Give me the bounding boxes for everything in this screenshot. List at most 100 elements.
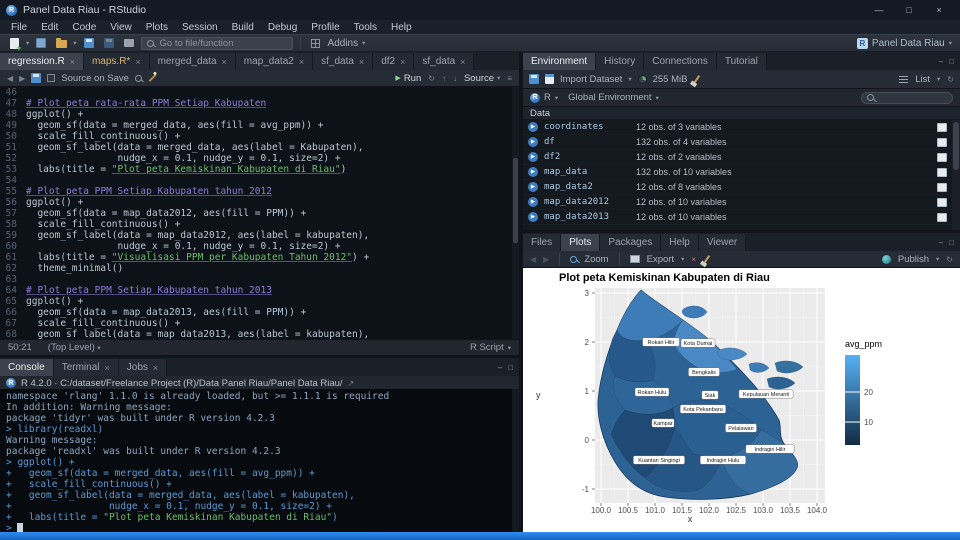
menu-code[interactable]: Code [65,22,103,33]
project-menu[interactable]: R Panel Data Riau ▾ [856,37,954,49]
addins-caret-icon[interactable]: ▾ [362,39,365,47]
menu-help[interactable]: Help [384,22,419,33]
memory-usage-label[interactable]: 255 MiB [653,74,688,85]
tab-maps-r-[interactable]: maps.R* × [83,53,150,70]
close-tab-icon[interactable]: × [135,57,140,67]
close-tab-icon[interactable]: × [222,57,227,67]
addins-button[interactable] [308,36,324,50]
menu-tools[interactable]: Tools [347,22,384,33]
menu-file[interactable]: File [4,22,34,33]
goto-file-input[interactable] [157,36,278,50]
view-table-icon[interactable] [937,182,947,192]
close-tab-icon[interactable]: × [105,363,110,373]
source-up-icon[interactable]: ↑ [442,74,446,83]
tab-environment[interactable]: Environment [523,53,597,70]
env-row-map_data2012[interactable]: ▶ map_data2012 12 obs. of 10 variables [523,195,952,210]
close-tab-icon[interactable]: × [153,363,158,373]
env-row-map_data2013[interactable]: ▶ map_data2013 12 obs. of 10 variables [523,210,952,225]
tab-map_data2[interactable]: map_data2 × [235,53,314,70]
menu-plots[interactable]: Plots [139,22,175,33]
editor-scrollbar-thumb[interactable] [513,157,518,244]
file-type-indicator[interactable]: R Script ▾ [470,342,511,353]
tab-sf_data[interactable]: sf_data × [313,53,374,70]
tab-terminal[interactable]: Terminal × [53,359,119,376]
menu-edit[interactable]: Edit [34,22,65,33]
close-tab-icon[interactable]: × [400,57,405,67]
tab-plots[interactable]: Plots [561,234,601,251]
env-row-map_data2[interactable]: ▶ map_data2 12 obs. of 8 variables [523,180,952,195]
import-dataset-button[interactable]: Import Dataset [560,74,622,85]
tab-tutorial[interactable]: Tutorial [716,53,767,70]
tab-viewer[interactable]: Viewer [698,234,747,251]
rerun-icon[interactable]: ↻ [428,74,435,83]
expand-object-icon[interactable]: ▶ [528,212,538,222]
close-tab-icon[interactable]: × [299,57,304,67]
print-button[interactable] [121,36,137,50]
open-in-new-icon[interactable]: ↗ [348,379,355,388]
maximize-button[interactable]: □ [894,0,924,20]
goto-file-box[interactable] [140,36,293,50]
environment-scrollbar[interactable] [952,120,960,230]
code-tools-icon[interactable] [148,74,157,82]
menu-debug[interactable]: Debug [261,22,304,33]
addins-label[interactable]: Addins [328,38,359,49]
memory-gauge-icon[interactable] [637,74,647,84]
clear-plots-icon[interactable] [703,255,711,263]
refresh-icon[interactable]: ↻ [947,75,954,84]
r-version-icon[interactable]: R [6,378,16,388]
publish-button[interactable]: Publish [898,254,929,265]
list-caret-icon[interactable]: ▾ [937,75,940,83]
maximize-pane-icon[interactable]: □ [508,363,513,372]
new-project-button[interactable] [33,36,49,50]
minimize-pane-icon[interactable]: – [939,238,943,247]
editor-save-icon[interactable] [31,73,42,83]
menu-session[interactable]: Session [175,22,225,33]
editor-scrollbar[interactable] [512,87,519,339]
environment-search-box[interactable] [861,91,953,104]
save-workspace-icon[interactable] [529,74,539,84]
tab-df2[interactable]: df2 × [373,53,415,70]
tab-history[interactable]: History [596,53,645,70]
view-table-icon[interactable] [937,152,947,162]
view-table-icon[interactable] [937,197,947,207]
expand-object-icon[interactable]: ▶ [528,167,538,177]
expand-object-icon[interactable]: ▶ [528,122,538,132]
console-output[interactable]: namespace 'rlang' 1.1.0 is already loade… [0,389,512,532]
env-row-df2[interactable]: ▶ df2 12 obs. of 2 variables [523,150,952,165]
expand-object-icon[interactable]: ▶ [528,152,538,162]
console-scrollbar[interactable] [512,389,519,532]
view-table-icon[interactable] [937,212,947,222]
close-button[interactable]: × [924,0,954,20]
view-table-icon[interactable] [937,167,947,177]
tab-jobs[interactable]: Jobs × [118,359,168,376]
maximize-pane-icon[interactable]: □ [949,57,954,66]
previous-plot-icon[interactable]: ◀ [530,255,536,264]
windows-taskbar-strip[interactable] [0,532,960,540]
tab-merged_data[interactable]: merged_data × [149,53,236,70]
minimize-pane-icon[interactable]: – [498,363,502,372]
view-table-icon[interactable] [937,137,947,147]
close-tab-icon[interactable]: × [460,57,465,67]
clear-objects-icon[interactable] [694,75,701,83]
forward-icon[interactable]: ▶ [19,74,25,83]
find-replace-icon[interactable] [134,74,142,82]
list-view-button[interactable]: List [915,74,930,85]
remove-plot-icon[interactable]: × [691,255,696,264]
publish-caret-icon[interactable]: ▾ [936,255,939,263]
source-button[interactable]: Source ▾ [464,73,500,84]
new-file-button[interactable] [6,36,22,53]
menu-profile[interactable]: Profile [304,22,346,33]
env-row-map_data[interactable]: ▶ map_data 132 obs. of 10 variables [523,165,952,180]
maximize-pane-icon[interactable]: □ [949,238,954,247]
expand-object-icon[interactable]: ▶ [528,197,538,207]
expand-object-icon[interactable]: ▶ [528,182,538,192]
language-selector[interactable]: R R ▾ [530,92,558,103]
open-file-button[interactable] [53,36,69,50]
close-tab-icon[interactable]: × [359,57,364,67]
run-button[interactable]: ▶ Run [395,73,421,84]
export-button[interactable]: Export [647,254,674,265]
close-tab-icon[interactable]: × [70,57,75,67]
tab-files[interactable]: Files [523,234,562,251]
import-caret-icon[interactable]: ▾ [628,75,631,83]
code-area[interactable]: 46 47 # Plot peta rata-rata PPM Setiap Kab… [0,87,512,339]
